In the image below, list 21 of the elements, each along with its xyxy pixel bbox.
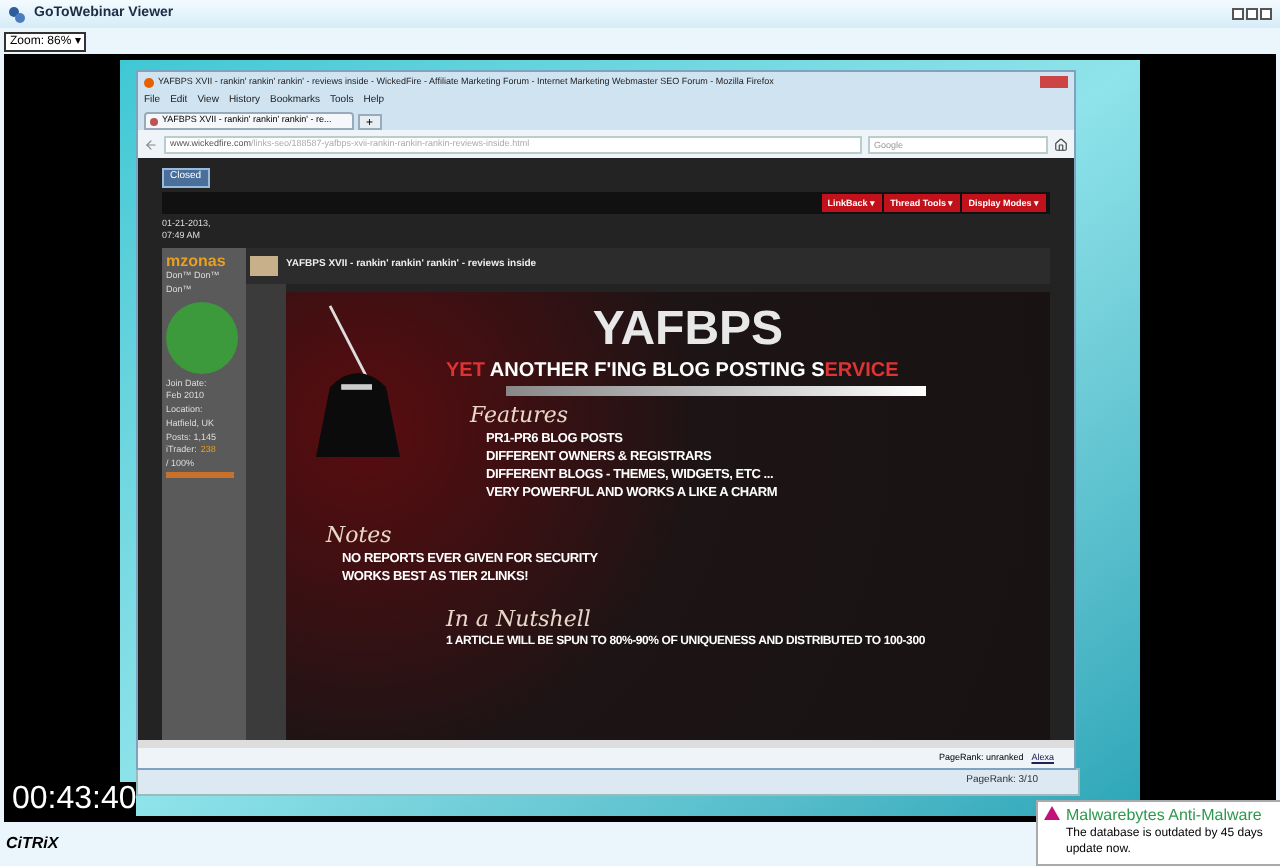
session-timer: 00:43:40 <box>12 782 137 816</box>
close-button[interactable] <box>1260 8 1272 20</box>
banner-tagline: YET ANOTHER F'ING BLOG POSTING SERVICE <box>446 358 899 386</box>
minimize-button[interactable] <box>1232 8 1244 20</box>
banner-logo: YAFBPS <box>592 304 784 356</box>
app-icon <box>8 5 26 23</box>
section-heading: In a Nutshell <box>446 606 593 634</box>
firefox-icon <box>144 77 154 87</box>
horizontal-scrollbar[interactable] <box>138 740 1074 748</box>
section-heading: Features <box>470 402 571 430</box>
favicon-icon <box>150 117 158 125</box>
maximize-button[interactable] <box>1246 8 1258 20</box>
back-icon[interactable] <box>144 137 158 151</box>
home-icon[interactable] <box>1054 137 1068 151</box>
warning-icon <box>1044 806 1060 820</box>
reputation-bar <box>166 471 234 478</box>
section-heading: Notes <box>326 522 394 550</box>
notification-title: Malwarebytes Anti-Malware <box>1066 806 1263 826</box>
post-icon <box>250 256 278 276</box>
citrix-logo: CiTRiX <box>6 832 59 856</box>
avatar <box>166 301 238 373</box>
